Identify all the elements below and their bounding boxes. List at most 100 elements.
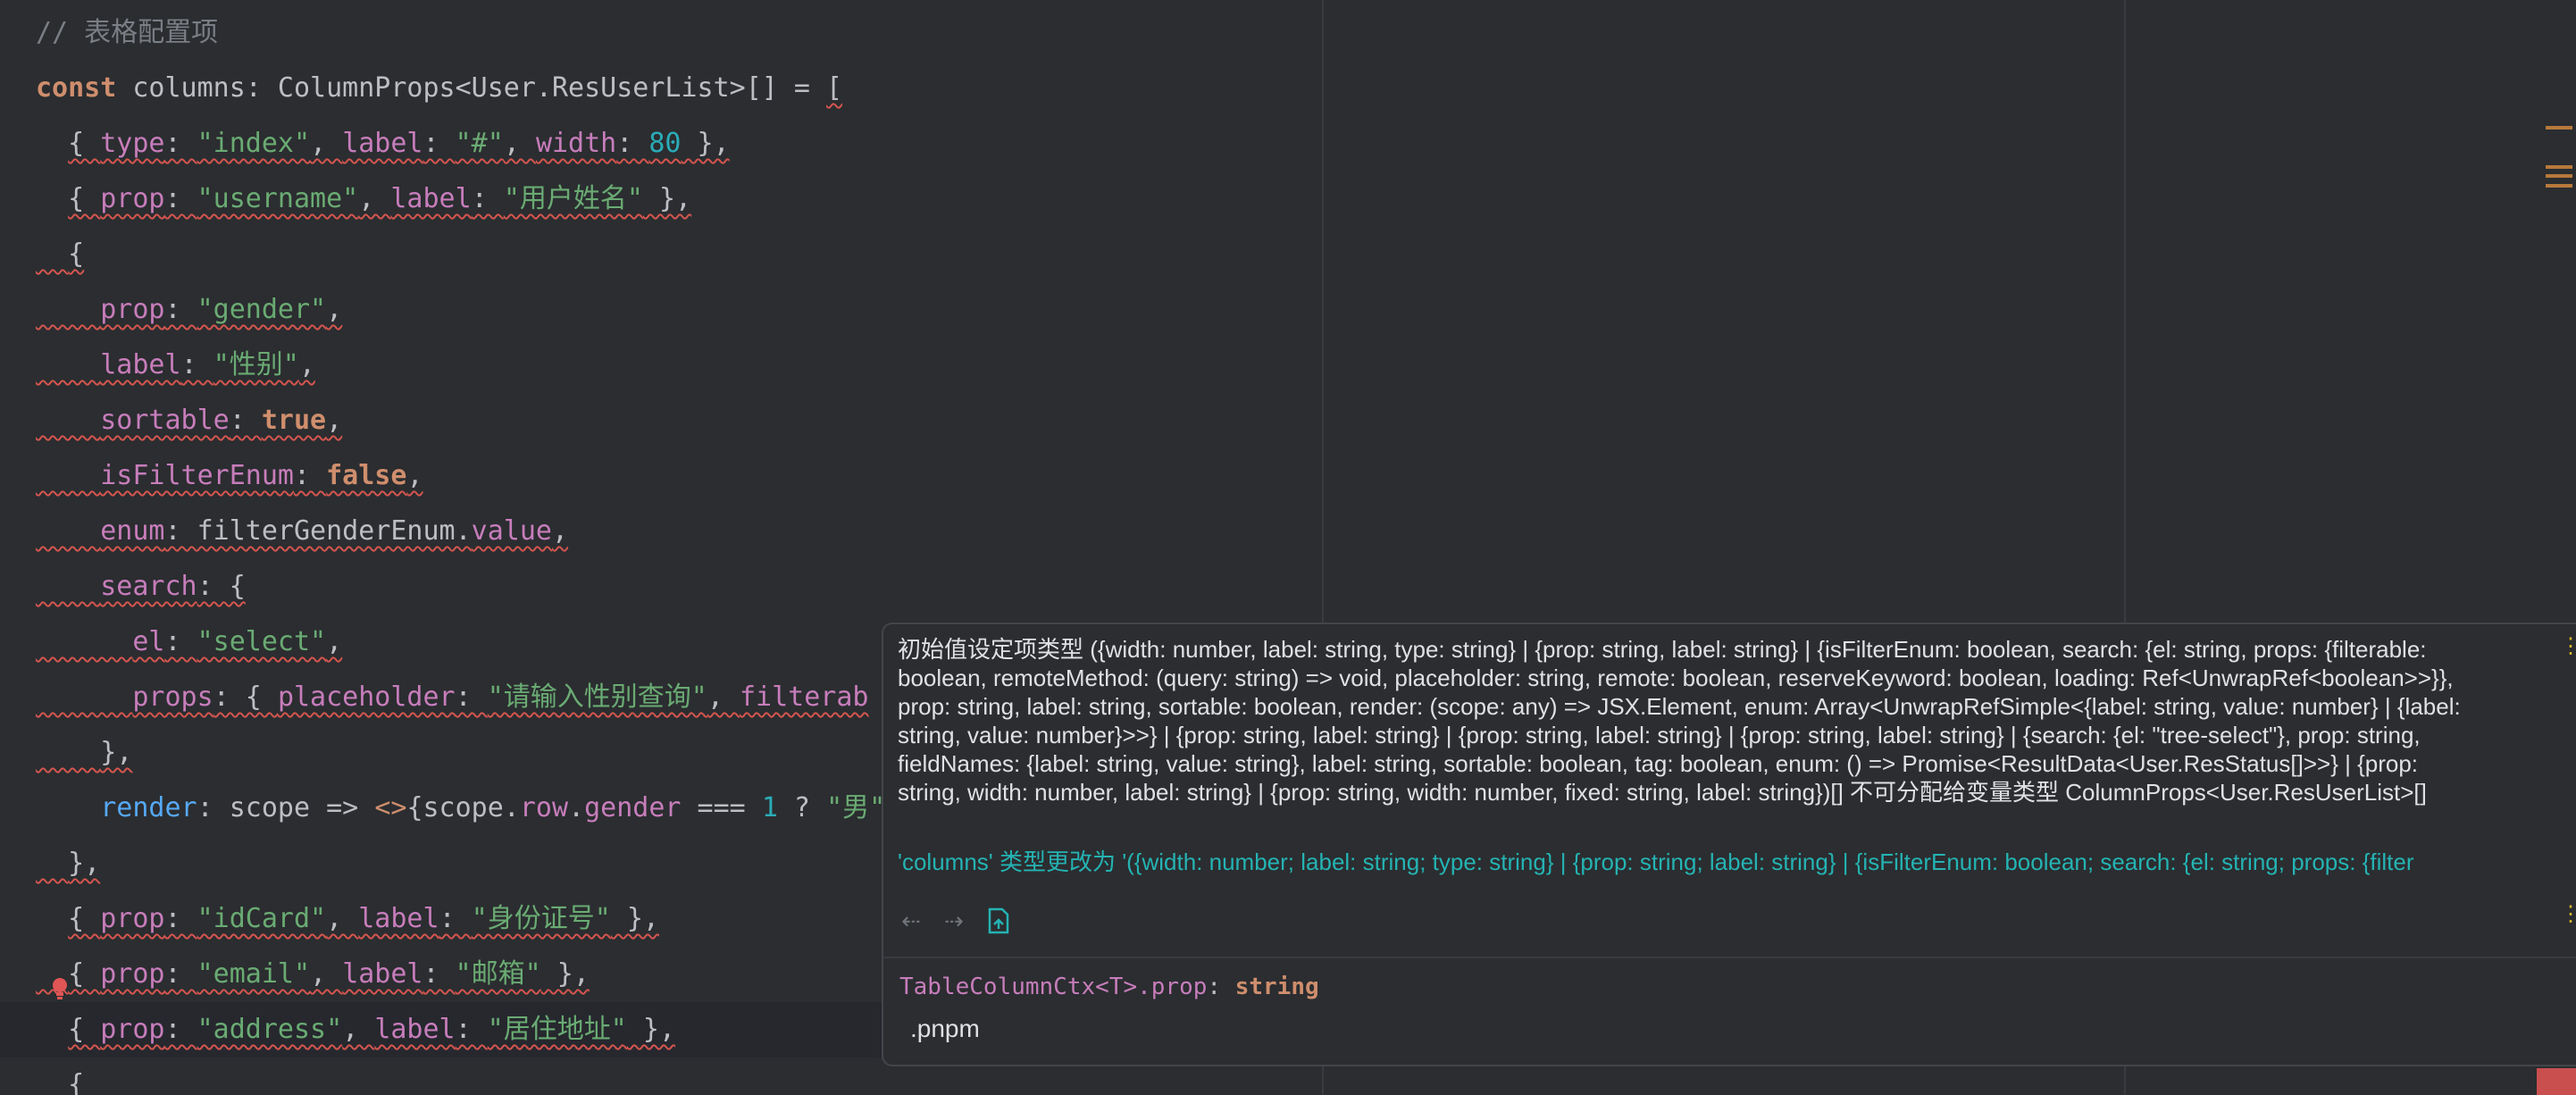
code-token: type (100, 128, 165, 159)
code-token: : scope => (197, 792, 375, 823)
error-stripe-mark[interactable] (2546, 126, 2572, 130)
module-name[interactable]: .pnpm (910, 1015, 980, 1043)
code-token: "username" (197, 183, 359, 214)
code-token: columns: ColumnProps<User.ResUserList>[]… (116, 72, 827, 104)
code-line[interactable]: isFilterEnum: false, (0, 448, 423, 504)
code-token: , (406, 460, 423, 491)
code-token: : (294, 460, 327, 491)
code-line[interactable]: { prop: "idCard", label: "身份证号" }, (0, 891, 659, 947)
code-line[interactable]: render: scope => <>{scope.row.gender ===… (0, 781, 885, 836)
code-token: <> (374, 792, 407, 823)
code-token: "#" (455, 128, 504, 159)
code-token: , (326, 405, 343, 436)
code-token: "性别" (213, 349, 299, 380)
code-line[interactable]: search: { (0, 559, 246, 614)
code-token: props (132, 681, 213, 713)
code-token: label (358, 903, 439, 934)
lightbulb-error-icon[interactable] (50, 977, 70, 1000)
code-token: }, (68, 848, 101, 879)
code-line[interactable]: label: "性别", (0, 338, 315, 393)
code-line[interactable]: props: { placeholder: "请输入性别查询", filtera… (0, 670, 868, 725)
code-token: label (374, 1014, 456, 1045)
code-token: render (100, 792, 197, 823)
error-tooltip-popup[interactable]: 初始值设定项类型 ({width: number, label: string,… (882, 623, 2576, 1066)
code-token: : (164, 903, 197, 934)
code-token: prop (100, 183, 165, 214)
arrow-left-icon[interactable]: ⇠ (896, 903, 926, 939)
code-line[interactable]: { prop: "address", label: "居住地址" }, (0, 1002, 920, 1057)
code-token: { (68, 903, 101, 934)
code-token: : (164, 294, 197, 325)
code-token: "居住地址" (487, 1014, 627, 1045)
code-token: "email" (197, 958, 311, 990)
code-line[interactable]: { (0, 1057, 84, 1095)
error-stripe-mark[interactable] (2546, 184, 2572, 188)
signature-separator: : (1207, 974, 1235, 1000)
error-stripe-mark[interactable] (2546, 165, 2572, 169)
code-token: 80 (648, 128, 682, 159)
code-token: , (358, 183, 391, 214)
code-token: , (326, 294, 343, 325)
code-line[interactable]: { prop: "email", label: "邮箱" }, (0, 947, 590, 1002)
code-token: {scope. (406, 792, 520, 823)
code-token: { (68, 1014, 101, 1045)
code-line[interactable]: }, (0, 836, 100, 891)
code-line[interactable]: { type: "index", label: "#", width: 80 }… (0, 116, 730, 171)
open-source-icon[interactable] (983, 903, 1014, 939)
error-stripe-mark[interactable] (2546, 174, 2572, 178)
code-token: label (342, 128, 423, 159)
code-token: : (616, 128, 649, 159)
code-token: "idCard" (197, 903, 327, 934)
code-line[interactable]: el: "select", (0, 614, 342, 670)
code-token: , (326, 626, 343, 657)
code-token: , (298, 349, 315, 380)
code-token: , (342, 1014, 375, 1045)
code-line[interactable]: prop: "gender", (0, 282, 342, 338)
error-marker[interactable] (2537, 1068, 2576, 1095)
quick-fix-link[interactable]: 'columns' 类型更改为 '({width: number; label:… (898, 848, 2559, 876)
code-token: , (310, 958, 343, 990)
code-token: 1 (761, 792, 778, 823)
code-token: "请输入性别查询" (487, 681, 707, 713)
more-vertical-icon[interactable]: ⋮ (2560, 636, 2576, 657)
code-token: { (68, 183, 101, 214)
code-token: : (164, 183, 197, 214)
code-token: el (132, 626, 165, 657)
signature-member: prop (1150, 974, 1208, 1000)
code-token: "邮箱" (455, 958, 541, 990)
code-token: : (164, 128, 197, 159)
code-token: === (681, 792, 762, 823)
code-line[interactable]: { prop: "username", label: "用户姓名" }, (0, 171, 691, 227)
more-vertical-icon[interactable]: ⋮ (2560, 904, 2576, 925)
code-line[interactable]: }, (0, 725, 132, 781)
code-token: value (471, 515, 552, 547)
code-token: { (68, 958, 101, 990)
code-token: : { (197, 571, 246, 602)
code-token: false (326, 460, 407, 491)
code-token: isFilterEnum (100, 460, 294, 491)
code-token: , (310, 128, 343, 159)
code-token: search (100, 571, 197, 602)
member-signature: TableColumnCtx<T>.prop: string (899, 964, 1319, 1010)
code-line[interactable]: { (0, 227, 84, 282)
code-line[interactable]: // 表格配置项 (0, 5, 218, 61)
code-token: : (422, 958, 456, 990)
code-line[interactable]: sortable: true, (0, 393, 342, 448)
code-token: }, (642, 183, 692, 214)
code-line[interactable]: const columns: ColumnProps<User.ResUserL… (0, 61, 842, 116)
code-line[interactable]: enum: filterGenderEnum.value, (0, 504, 568, 559)
code-token: "身份证号" (471, 903, 611, 934)
arrow-right-icon[interactable]: ⇢ (939, 903, 969, 939)
code-token: enum (100, 515, 165, 547)
